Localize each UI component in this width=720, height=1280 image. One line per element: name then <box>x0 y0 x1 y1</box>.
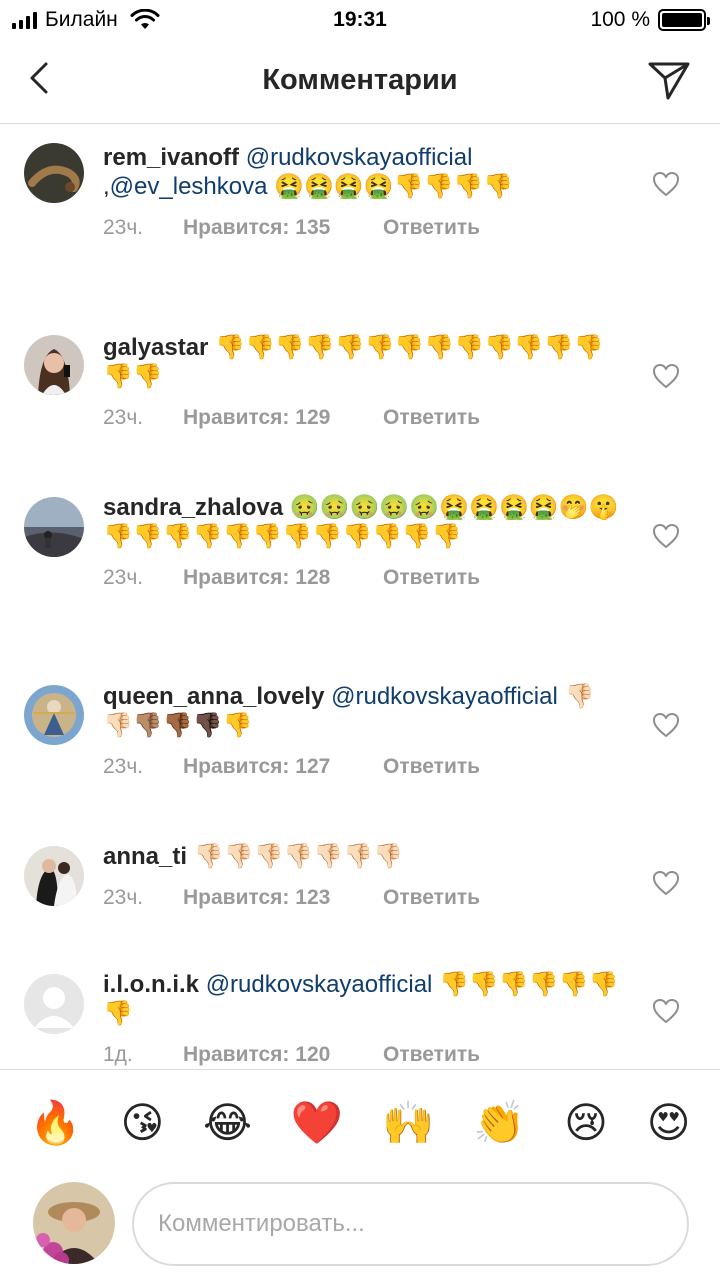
mention-link[interactable]: @rudkovskayaofficial <box>206 971 433 998</box>
mention-link[interactable]: @rudkovskayaofficial <box>246 144 473 171</box>
comment-text: rem_ivanoff @rudkovskayaofficial ,@ev_le… <box>103 143 624 201</box>
comment-item: rem_ivanoff @rudkovskayaofficial ,@ev_le… <box>0 143 720 240</box>
quick-reaction-bar: 🔥 😘 😂 ❤️ 🙌 👏 😢 😍 <box>0 1069 720 1175</box>
comment-item: anna_ti 👎🏻👎🏻👎🏻👎🏻👎🏻👎🏻👎🏻 23ч. Нравится: 123 О… <box>0 842 720 910</box>
comment-item: i.l.o.n.i.k @rudkovskayaofficial 👎👎👎👎👎👎👎… <box>0 970 720 1067</box>
comment-item: sandra_zhalova 🤢🤢🤢🤢🤢🤮🤮🤮🤮🤭🤫👎👎👎👎👎👎👎👎👎👎👎👎 23… <box>0 493 720 590</box>
heart-icon[interactable] <box>652 712 680 738</box>
comment-meta: 23ч. Нравится: 127 Ответить <box>103 755 624 779</box>
heart-icon[interactable] <box>652 523 680 549</box>
comment-body-text: , <box>103 173 110 200</box>
comment-item: queen_anna_lovely @rudkovskayaofficial 👎… <box>0 682 720 779</box>
likes-count[interactable]: Нравится: 135 <box>183 216 383 240</box>
comment-composer <box>0 1176 720 1280</box>
raised-hands-emoji[interactable]: 🙌 <box>382 1101 434 1144</box>
likes-count[interactable]: Нравится: 127 <box>183 755 383 779</box>
paper-plane-icon[interactable] <box>644 54 694 104</box>
status-right: 100 % <box>590 8 710 32</box>
comment-username[interactable]: rem_ivanoff <box>103 144 239 171</box>
comment-time: 23ч. <box>103 406 144 429</box>
battery-percent: 100 % <box>590 8 650 31</box>
comment-text: galyastar 👎👎👎👎👎👎👎👎👎👎👎👎👎👎👎 <box>103 333 624 391</box>
kiss-emoji[interactable]: 😘 <box>120 1101 164 1144</box>
comment-username[interactable]: sandra_zhalova <box>103 494 283 521</box>
comment-time: 23ч. <box>103 886 144 909</box>
comment-text: i.l.o.n.i.k @rudkovskayaofficial 👎👎👎👎👎👎👎 <box>103 970 624 1028</box>
comment-meta: 23ч. Нравится: 128 Ответить <box>103 566 624 590</box>
heart-eyes-emoji[interactable]: 😍 <box>647 1101 691 1144</box>
heart-emoji[interactable]: ❤️ <box>291 1101 343 1144</box>
comment-username[interactable]: anna_ti <box>103 843 187 870</box>
comment-meta: 23ч. Нравится: 129 Ответить <box>103 406 624 430</box>
fire-emoji[interactable]: 🔥 <box>29 1101 81 1144</box>
comments-list[interactable]: rem_ivanoff @rudkovskayaofficial ,@ev_le… <box>0 125 720 1068</box>
reply-button[interactable]: Ответить <box>383 886 480 910</box>
comment-text: sandra_zhalova 🤢🤢🤢🤢🤢🤮🤮🤮🤮🤭🤫👎👎👎👎👎👎👎👎👎👎👎👎 <box>103 493 624 551</box>
likes-count[interactable]: Нравится: 123 <box>183 886 383 910</box>
avatar[interactable] <box>24 497 84 557</box>
comment-meta: 1д. Нравится: 120 Ответить <box>103 1043 624 1067</box>
crying-emoji[interactable]: 😢 <box>564 1101 608 1144</box>
mention-link[interactable]: @rudkovskayaofficial <box>331 683 558 710</box>
heart-icon[interactable] <box>652 363 680 389</box>
comment-time: 1д. <box>103 1043 133 1066</box>
comment-text: queen_anna_lovely @rudkovskayaofficial 👎… <box>103 682 624 740</box>
reply-button[interactable]: Ответить <box>383 406 480 430</box>
header: Комментарии <box>0 40 720 124</box>
page-title: Комментарии <box>262 64 458 96</box>
avatar[interactable] <box>24 974 84 1034</box>
laughing-emoji[interactable]: 😂 <box>203 1101 252 1144</box>
comment-username[interactable]: i.l.o.n.i.k <box>103 971 199 998</box>
avatar[interactable] <box>24 685 84 745</box>
comment-input[interactable] <box>132 1182 689 1266</box>
my-avatar <box>33 1182 115 1264</box>
heart-icon[interactable] <box>652 870 680 896</box>
comment-text: anna_ti 👎🏻👎🏻👎🏻👎🏻👎🏻👎🏻👎🏻 <box>103 842 624 871</box>
heart-icon[interactable] <box>652 998 680 1024</box>
comment-username[interactable]: queen_anna_lovely <box>103 683 324 710</box>
avatar[interactable] <box>24 335 84 395</box>
mention-link[interactable]: @ev_leshkova <box>110 173 268 200</box>
comment-item: galyastar 👎👎👎👎👎👎👎👎👎👎👎👎👎👎👎 23ч. Нравится: 1… <box>0 333 720 430</box>
clapping-emoji[interactable]: 👏 <box>473 1101 525 1144</box>
comment-username[interactable]: galyastar <box>103 334 208 361</box>
comment-body-text: 🤮🤮🤮🤮👎👎👎👎 <box>267 173 514 200</box>
heart-icon[interactable] <box>652 171 680 197</box>
reply-button[interactable]: Ответить <box>383 1043 480 1067</box>
reply-button[interactable]: Ответить <box>383 216 480 240</box>
likes-count[interactable]: Нравится: 128 <box>183 566 383 590</box>
comment-time: 23ч. <box>103 216 144 239</box>
comment-time: 23ч. <box>103 755 144 778</box>
likes-count[interactable]: Нравится: 120 <box>183 1043 383 1067</box>
reply-button[interactable]: Ответить <box>383 755 480 779</box>
avatar[interactable] <box>24 143 84 203</box>
comment-body-text: 👎🏻👎🏻👎🏻👎🏻👎🏻👎🏻👎🏻 <box>193 843 403 870</box>
comment-meta: 23ч. Нравится: 135 Ответить <box>103 216 624 240</box>
comment-meta: 23ч. Нравится: 123 Ответить <box>103 886 624 910</box>
comment-time: 23ч. <box>103 566 144 589</box>
battery-icon <box>658 9 710 31</box>
status-bar: Билайн 19:31 100 % <box>0 0 720 40</box>
avatar[interactable] <box>24 846 84 906</box>
reply-button[interactable]: Ответить <box>383 566 480 590</box>
likes-count[interactable]: Нравится: 129 <box>183 406 383 430</box>
